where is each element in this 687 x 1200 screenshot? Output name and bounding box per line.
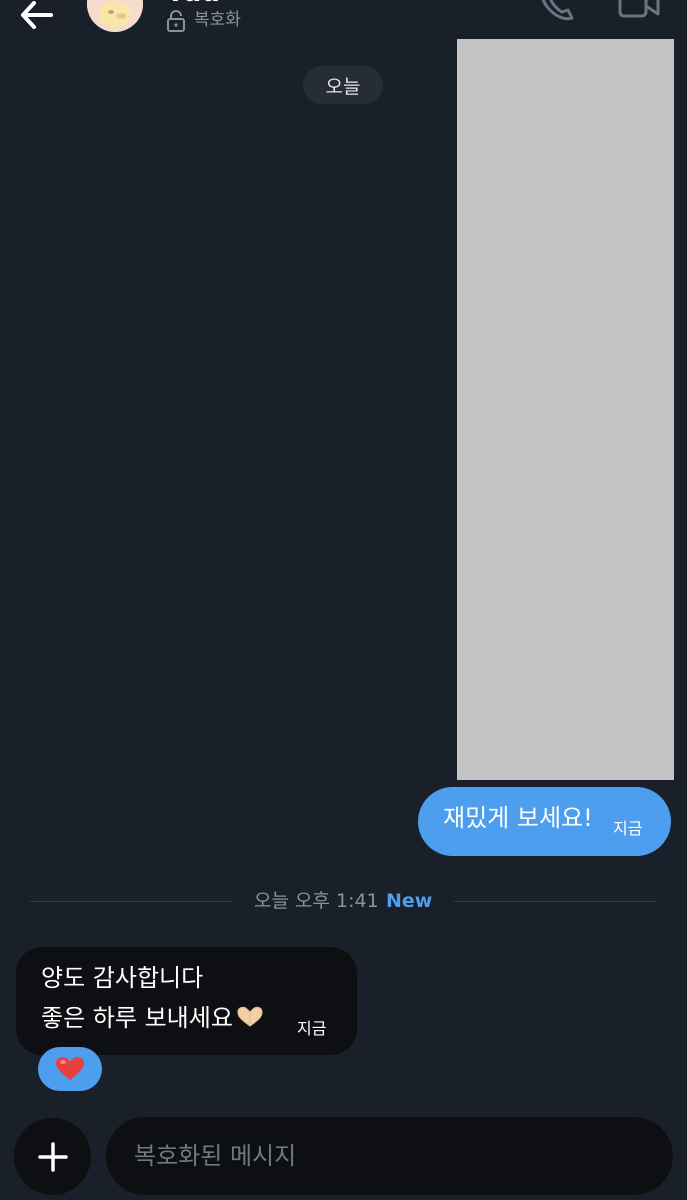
back-button[interactable] (14, 0, 60, 38)
video-call-button[interactable] (614, 0, 662, 22)
message-composer[interactable] (106, 1117, 673, 1195)
arrow-left-icon (21, 1, 53, 29)
new-badge: New (386, 890, 433, 912)
incoming-message-line: 양도 감사합니다 (41, 964, 204, 992)
message-input[interactable] (134, 1117, 654, 1195)
image-message[interactable] (457, 39, 674, 780)
new-messages-divider-label: 오늘 오후 1:41 (254, 890, 379, 912)
video-camera-icon (618, 0, 660, 18)
hand-heart-emoji (237, 1006, 263, 1027)
contact-name[interactable]: Yuu (166, 0, 220, 8)
phone-icon (541, 0, 574, 21)
attach-button[interactable] (14, 1118, 91, 1195)
red-heart-emoji (56, 1057, 84, 1080)
plus-icon (37, 1141, 68, 1172)
avatar-illustration (87, 0, 143, 32)
divider-line (454, 901, 657, 902)
message-reaction[interactable] (38, 1047, 102, 1091)
incoming-message-time: 지금 (297, 1019, 327, 1038)
outgoing-message-time: 지금 (613, 819, 643, 838)
avatar[interactable] (87, 0, 143, 32)
incoming-message-line: 좋은 하루 보내세요 (41, 1001, 265, 1035)
call-button[interactable] (532, 0, 576, 24)
outgoing-message-text: 재밌게 보세요! (443, 804, 593, 832)
encryption-status: 복호화 (194, 10, 241, 30)
incoming-message-line-text: 좋은 하루 보내세요 (41, 1004, 233, 1032)
unlocked-lock-icon (166, 10, 186, 32)
date-chip: 오늘 (303, 66, 383, 104)
divider-line (30, 901, 232, 902)
